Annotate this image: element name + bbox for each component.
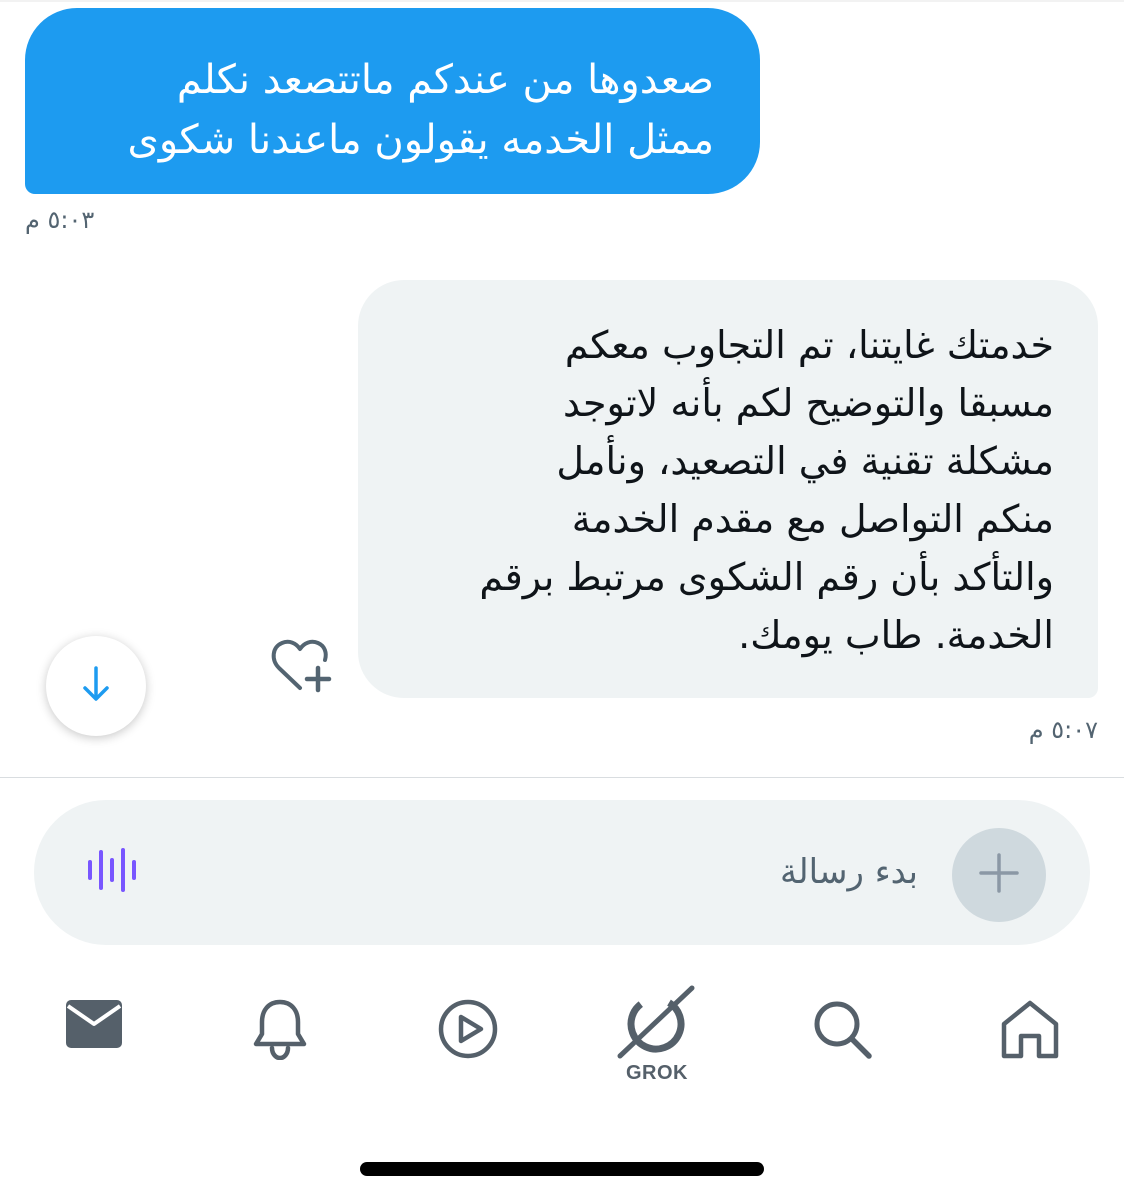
received-message-bubble[interactable]: خدمتك غايتنا، تم التجاوب معكم مسبقا والت… xyxy=(358,280,1098,698)
grok-icon xyxy=(612,984,702,1064)
bell-icon xyxy=(252,998,308,1064)
play-circle-icon xyxy=(437,998,499,1064)
message-input[interactable] xyxy=(234,840,922,904)
arrow-down-icon xyxy=(78,664,114,708)
envelope-icon xyxy=(64,998,124,1054)
scroll-to-bottom-button[interactable] xyxy=(46,636,146,736)
top-edge xyxy=(0,0,1124,2)
received-message-text: خدمتك غايتنا، تم التجاوب معكم مسبقا والت… xyxy=(479,323,1054,657)
received-message-time: ٥:٠٧ م xyxy=(1028,716,1098,744)
voice-message-button[interactable] xyxy=(80,840,144,904)
heart-plus-icon[interactable] xyxy=(270,636,336,696)
search-icon xyxy=(811,998,873,1064)
grok-label: GROK xyxy=(626,1062,688,1084)
nav-messages[interactable] xyxy=(54,998,134,1088)
nav-notifications[interactable] xyxy=(240,998,320,1088)
home-indicator[interactable] xyxy=(360,1162,764,1176)
waveform-icon xyxy=(84,844,140,900)
nav-grok[interactable]: GROK xyxy=(612,984,702,1094)
plus-icon xyxy=(979,853,1019,897)
add-media-button[interactable] xyxy=(952,828,1046,922)
sent-message-text: صعدوها من عندكم ماتتصعد نكلم ممثل الخدمه… xyxy=(127,57,714,163)
nav-search[interactable] xyxy=(802,998,882,1088)
home-icon xyxy=(999,998,1061,1064)
divider xyxy=(0,777,1124,778)
message-composer xyxy=(34,800,1090,945)
nav-video[interactable] xyxy=(428,998,508,1088)
sent-message-bubble[interactable]: صعدوها من عندكم ماتتصعد نكلم ممثل الخدمه… xyxy=(25,8,760,194)
nav-home[interactable] xyxy=(990,998,1070,1088)
sent-message-time: ٥:٠٣ م xyxy=(25,206,95,234)
